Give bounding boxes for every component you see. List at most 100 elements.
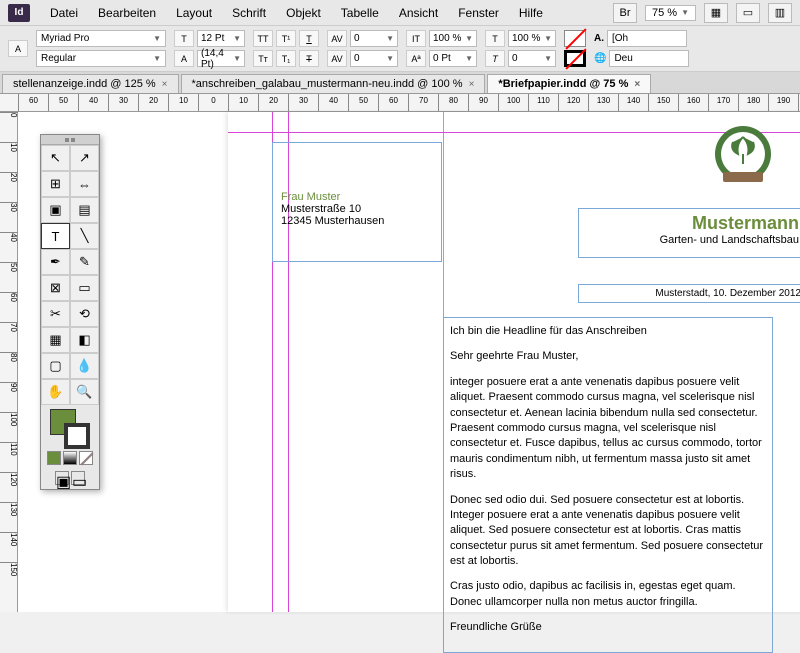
eyedropper-tool[interactable]: 💧 xyxy=(70,353,99,379)
subscript-button[interactable]: T₁ xyxy=(276,50,296,67)
line-tool[interactable]: ╲ xyxy=(70,223,99,249)
menu-fenster[interactable]: Fenster xyxy=(448,6,509,20)
body-text-frame[interactable]: Ich bin die Headline für das Anschreiben… xyxy=(443,317,773,653)
tracking-input[interactable]: 0▼ xyxy=(350,50,398,67)
font-family-value: Myriad Pro xyxy=(41,33,89,44)
pen-tool[interactable]: ✒ xyxy=(41,249,70,275)
company-frame[interactable]: Mustermann Garten- und Landschaftsbau xyxy=(578,208,800,258)
type-tool[interactable]: T xyxy=(41,223,70,249)
tab-anschreiben[interactable]: *anschreiben_galabau_mustermann-neu.indd… xyxy=(181,74,486,93)
underline-button[interactable]: T xyxy=(299,30,319,47)
tab-briefpapier[interactable]: *Briefpapier.indd @ 75 %× xyxy=(487,74,651,93)
apply-none-button[interactable] xyxy=(79,451,93,465)
leading-icon: A xyxy=(174,50,194,67)
selection-tool[interactable]: ↖ xyxy=(41,145,70,171)
character-mode-button[interactable]: A xyxy=(8,40,28,57)
vscale-input[interactable]: 100 %▼ xyxy=(429,30,477,47)
paragraph-1: integer posuere erat a ante venenatis da… xyxy=(450,375,766,483)
note-tool[interactable]: ▢ xyxy=(41,353,70,379)
menu-bearbeiten[interactable]: Bearbeiten xyxy=(88,6,166,20)
superscript-button[interactable]: T¹ xyxy=(276,30,296,47)
fill-stroke-proxy[interactable] xyxy=(50,409,90,449)
salutation-text: Sehr geehrte Frau Muster, xyxy=(450,349,766,364)
font-style-value: Regular xyxy=(41,53,76,64)
tools-panel[interactable]: ↖ ↗ ⊞ ⇔ ▣ ▤ T ╲ ✒ ✎ ⊠ ▭ ✂ ⟲ ▦ ◧ ▢ 💧 ✋ 🔍 … xyxy=(40,134,100,490)
font-size-icon: T xyxy=(174,30,194,47)
menu-hilfe[interactable]: Hilfe xyxy=(509,6,553,20)
document-page[interactable]: Frau Muster Musterstraße 10 12345 Muster… xyxy=(228,112,800,612)
bridge-button[interactable]: Br xyxy=(613,3,637,23)
apply-color-button[interactable] xyxy=(47,451,61,465)
kerning-icon: AV xyxy=(327,30,347,47)
chevron-down-icon: ▼ xyxy=(153,54,161,63)
menu-datei[interactable]: Datei xyxy=(40,6,88,20)
rectangle-tool[interactable]: ▭ xyxy=(70,275,99,301)
tracking-icon: AV xyxy=(327,50,347,67)
baseline-icon: Aª xyxy=(406,50,426,67)
apply-gradient-button[interactable] xyxy=(63,451,77,465)
strikethrough-button[interactable]: T xyxy=(299,50,319,67)
recipient-name: Frau Muster xyxy=(281,191,433,203)
zoom-level-select[interactable]: 75 %▼ xyxy=(645,5,696,21)
allcaps-button[interactable]: TT xyxy=(253,30,273,47)
address-frame[interactable]: Frau Muster Musterstraße 10 12345 Muster… xyxy=(272,142,442,262)
preview-button[interactable]: ▭ xyxy=(71,471,85,485)
chevron-down-icon: ▼ xyxy=(153,34,161,43)
control-panel: A Myriad Pro▼ Regular▼ T12 Pt▼ A(14,4 Pt… xyxy=(0,26,800,72)
skew-input[interactable]: 0▼ xyxy=(508,50,556,67)
pencil-tool[interactable]: ✎ xyxy=(70,249,99,275)
content-placer-tool[interactable]: ▤ xyxy=(70,197,99,223)
skew-icon: T xyxy=(485,50,505,67)
lang-icon: 🌐 xyxy=(594,53,606,64)
font-size-input[interactable]: 12 Pt▼ xyxy=(197,30,245,47)
tab-stellenanzeige[interactable]: stellenanzeige.indd @ 125 %× xyxy=(2,74,179,93)
baseline-input[interactable]: 0 Pt▼ xyxy=(429,50,477,67)
recipient-street: Musterstraße 10 xyxy=(281,203,433,215)
scissors-tool[interactable]: ✂ xyxy=(41,301,70,327)
close-icon[interactable]: × xyxy=(469,79,475,90)
menu-objekt[interactable]: Objekt xyxy=(276,6,331,20)
charstyle-select[interactable]: [Oh xyxy=(607,30,687,47)
stroke-color[interactable] xyxy=(64,423,90,449)
company-subtitle: Garten- und Landschaftsbau xyxy=(587,234,799,246)
closing-text: Freundliche Grüße xyxy=(450,620,766,635)
rectangle-frame-tool[interactable]: ⊠ xyxy=(41,275,70,301)
direct-selection-tool[interactable]: ↗ xyxy=(70,145,99,171)
company-logo-icon xyxy=(708,122,778,192)
close-icon[interactable]: × xyxy=(634,79,640,90)
hand-tool[interactable]: ✋ xyxy=(41,379,70,405)
workspace: 0102030405060708090100110120130140150 Fr… xyxy=(0,112,800,612)
gap-tool[interactable]: ⇔ xyxy=(70,171,99,197)
gradient-swatch-tool[interactable]: ▦ xyxy=(41,327,70,353)
hscale-input[interactable]: 100 %▼ xyxy=(508,30,556,47)
font-family-select[interactable]: Myriad Pro ▼ xyxy=(36,30,166,47)
smallcaps-button[interactable]: Tᴛ xyxy=(253,50,273,67)
menu-tabelle[interactable]: Tabelle xyxy=(331,6,389,20)
panel-grip[interactable] xyxy=(41,135,99,145)
hscale-icon: T xyxy=(485,30,505,47)
content-collector-tool[interactable]: ▣ xyxy=(41,197,70,223)
menu-ansicht[interactable]: Ansicht xyxy=(389,6,448,20)
close-icon[interactable]: × xyxy=(162,79,168,90)
free-transform-tool[interactable]: ⟲ xyxy=(70,301,99,327)
language-select[interactable]: Deu xyxy=(609,50,689,67)
zoom-tool[interactable]: 🔍 xyxy=(70,379,99,405)
view-options-button[interactable]: ▦ xyxy=(704,3,728,23)
date-frame[interactable]: Musterstadt, 10. Dezember 2012 xyxy=(578,284,800,303)
page-tool[interactable]: ⊞ xyxy=(41,171,70,197)
fill-swatch[interactable] xyxy=(564,30,586,47)
vertical-ruler[interactable]: 0102030405060708090100110120130140150 xyxy=(0,112,18,612)
document-tabs: stellenanzeige.indd @ 125 %× *anschreibe… xyxy=(0,72,800,94)
normal-view-button[interactable]: ▣ xyxy=(55,471,69,485)
leading-input[interactable]: (14,4 Pt)▼ xyxy=(197,50,245,67)
kerning-input[interactable]: 0▼ xyxy=(350,30,398,47)
arrange-button[interactable]: ▥ xyxy=(768,3,792,23)
horizontal-ruler[interactable]: 6050403020100102030405060708090100110120… xyxy=(0,94,800,112)
stroke-swatch[interactable] xyxy=(564,50,586,67)
pasteboard[interactable]: Frau Muster Musterstraße 10 12345 Muster… xyxy=(18,112,800,612)
font-style-select[interactable]: Regular ▼ xyxy=(36,50,166,67)
screen-mode-button[interactable]: ▭ xyxy=(736,3,760,23)
menu-schrift[interactable]: Schrift xyxy=(222,6,276,20)
menu-layout[interactable]: Layout xyxy=(166,6,222,20)
gradient-feather-tool[interactable]: ◧ xyxy=(70,327,99,353)
